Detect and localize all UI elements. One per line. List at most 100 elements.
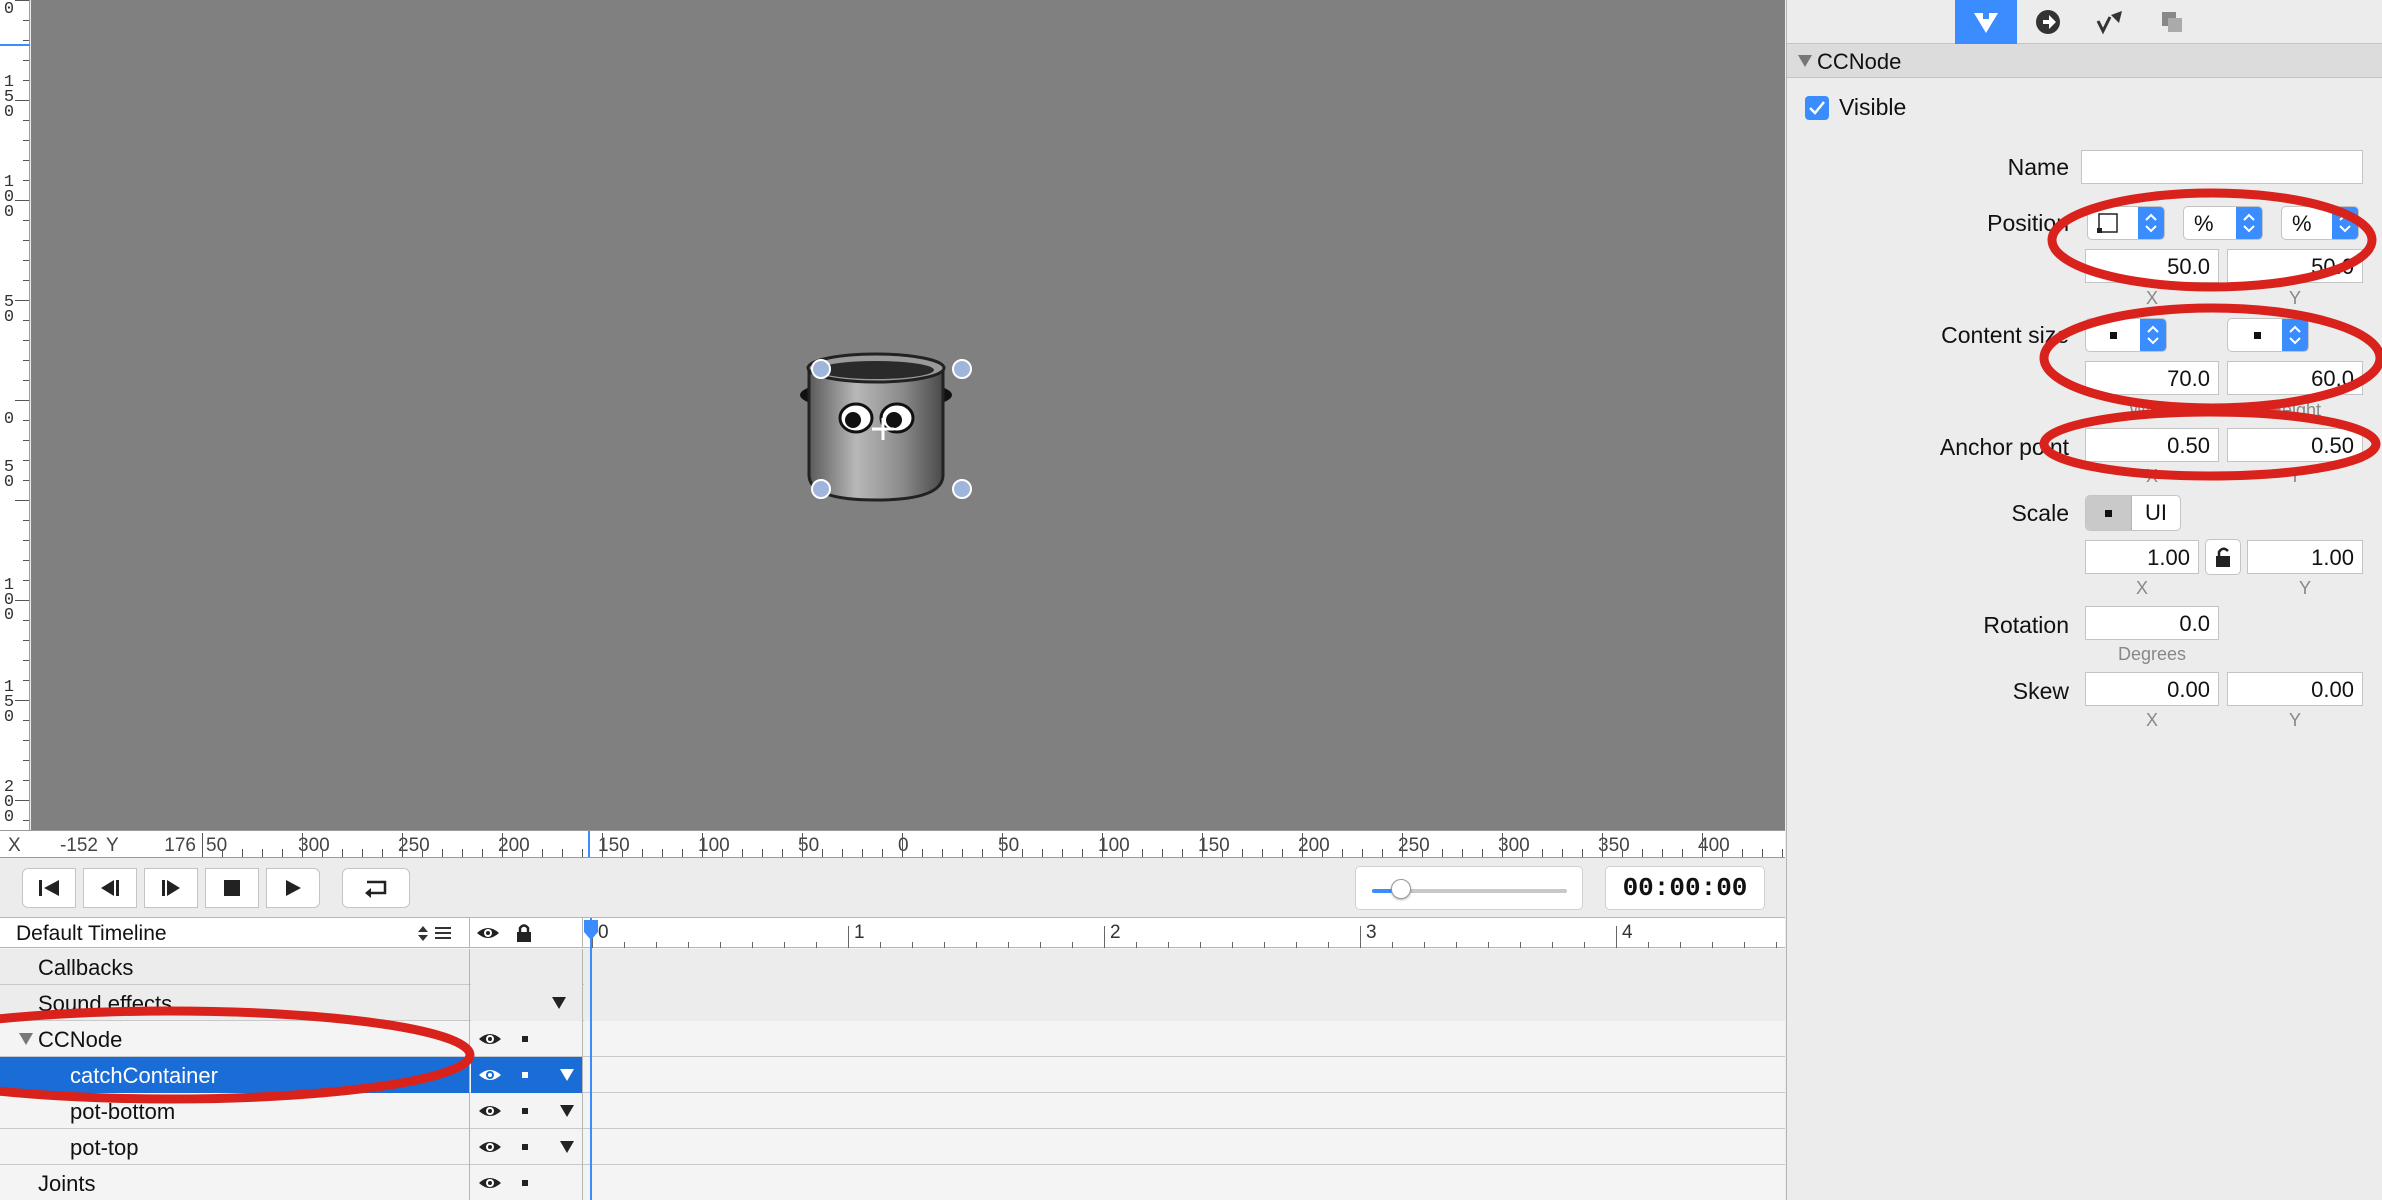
ruler-tick [522,849,523,857]
scale-lock-button[interactable] [2205,539,2241,575]
ruler-tick [722,849,723,857]
position-reference-corner-popup[interactable] [2087,206,2165,240]
ruler-tick [982,849,983,857]
lock-toggle[interactable] [522,1072,528,1078]
position-y-sublabel: Y [2288,288,2301,308]
scale-ui-segment[interactable]: UI [2133,496,2179,530]
row-label: Callbacks [38,955,134,980]
timeline-tick [912,942,913,948]
scale-x-field[interactable]: 1.00 [2085,540,2199,574]
ruler-tick [682,849,683,857]
play-reverse-icon [162,880,180,896]
skew-x-field[interactable]: 0.00 [2085,672,2219,706]
content-width-unit-popup[interactable] [2085,318,2167,352]
scale-label: Scale [2011,500,2069,526]
ruler-tick [1722,849,1723,857]
stop-button[interactable] [205,868,259,908]
status-ruler-bar: X -152 Y 176 50 300 250 200 150 100 50 0 50 100 15… [0,830,1785,858]
dropdown-arrow-icon[interactable] [551,996,567,1010]
timeline-tick [1744,942,1745,948]
position-y-unit-popup[interactable]: % [2281,206,2359,240]
checkmark-icon [1809,101,1825,115]
scale-points-segment[interactable] [2086,496,2132,530]
timeline-row-callbacks[interactable]: Callbacks [0,949,1785,985]
eye-icon[interactable] [478,1031,502,1047]
ruler-tick [1322,849,1323,857]
playhead-line [590,918,592,1200]
ruler-tick [23,180,29,181]
position-x-field[interactable]: 50.0 [2085,249,2219,283]
ruler-tick [23,40,29,41]
ruler-tick [602,833,603,857]
lock-toggle[interactable] [522,1108,528,1114]
timeline-ruler-label: 4 [1622,922,1633,943]
stop-icon [224,880,240,896]
ruler-tick [462,849,463,857]
tab-physics[interactable] [2079,0,2141,44]
ruler-tick [1602,833,1603,857]
anchor-x-field[interactable]: 0.50 [2085,428,2219,462]
dropdown-arrow-icon[interactable] [559,1068,575,1082]
timeline-tick [1776,942,1777,948]
ruler-tick [23,240,29,241]
ccnode-section-header[interactable]: CCNode [1787,44,2382,78]
lock-toggle[interactable] [522,1144,528,1150]
timeline-row-joints[interactable]: Joints [0,1165,1785,1200]
lock-icon [517,924,531,942]
dropdown-arrow-icon[interactable] [559,1104,575,1118]
zoom-knob[interactable] [1391,879,1412,899]
name-field[interactable] [2081,150,2363,184]
pot-sprite[interactable] [31,0,1785,830]
rotation-field[interactable]: 0.0 [2085,606,2219,640]
timeline-selector[interactable]: Default Timeline [0,918,470,948]
content-height-field[interactable]: 60.0 [2227,361,2363,395]
ruler-tick [23,680,29,681]
eye-icon[interactable] [478,1139,502,1155]
tab-node-properties[interactable] [1955,0,2017,44]
ruler-tick [15,500,29,501]
step-forward-button[interactable] [144,868,198,908]
stage-canvas[interactable] [31,0,1785,830]
horizontal-ruler-label: 50 [206,835,228,856]
content-height-unit-popup[interactable] [2227,318,2309,352]
row-label: catchContainer [70,1063,218,1088]
go-to-start-button[interactable] [22,868,76,908]
vertical-ruler: 0 1 5 0 1 0 0 5 0 0 5 0 1 0 0 1 5 0 2 0 0 [0,0,30,830]
play-button[interactable] [266,868,320,908]
eye-icon[interactable] [478,1175,502,1191]
timeline-tick [1520,942,1521,948]
lock-toggle[interactable] [522,1180,528,1186]
dropdown-arrow-icon[interactable] [559,1140,575,1154]
visible-checkbox[interactable] [1805,96,1829,120]
timeline-menu-icon[interactable] [417,924,457,944]
timeline-ruler[interactable]: 0 1 2 3 4 [584,918,1785,948]
timeline-row-ccnode[interactable]: CCNode [0,1021,1785,1057]
ruler-tick [202,833,203,857]
timeline-row-pot-top[interactable]: pot-top [0,1129,1785,1165]
eye-icon[interactable] [478,1103,502,1119]
disclosure-triangle-icon[interactable] [18,1032,34,1046]
lock-toggle[interactable] [522,1036,528,1042]
timeline-row-catchcontainer[interactable]: catchContainer [0,1057,1785,1093]
position-y-field[interactable]: 50.0 [2227,249,2363,283]
step-back-button[interactable] [83,868,137,908]
disclosure-triangle-icon[interactable] [1797,54,1813,68]
timeline-row-sound-effects[interactable]: Sound effects [0,985,1785,1021]
scale-y-field[interactable]: 1.00 [2247,540,2363,574]
timeline-tick [1072,942,1073,948]
position-x-unit-popup[interactable]: % [2183,206,2263,240]
anchor-y-field[interactable]: 0.50 [2227,428,2363,462]
scale-type-segmented[interactable]: UI [2085,495,2181,531]
eye-icon[interactable] [478,1067,502,1083]
ruler-tick [1282,849,1283,857]
loop-button[interactable] [342,868,410,908]
timeline-row-pot-bottom[interactable]: pot-bottom [0,1093,1785,1129]
content-width-field[interactable]: 70.0 [2085,361,2219,395]
timeline-tick [1392,942,1393,948]
timeline-zoom-slider[interactable] [1355,866,1583,910]
tab-templates[interactable] [2141,0,2203,44]
skew-y-field[interactable]: 0.00 [2227,672,2363,706]
tab-code-connections[interactable] [2017,0,2079,44]
row-label: Joints [38,1171,96,1196]
points-unit-icon [2105,509,2112,517]
